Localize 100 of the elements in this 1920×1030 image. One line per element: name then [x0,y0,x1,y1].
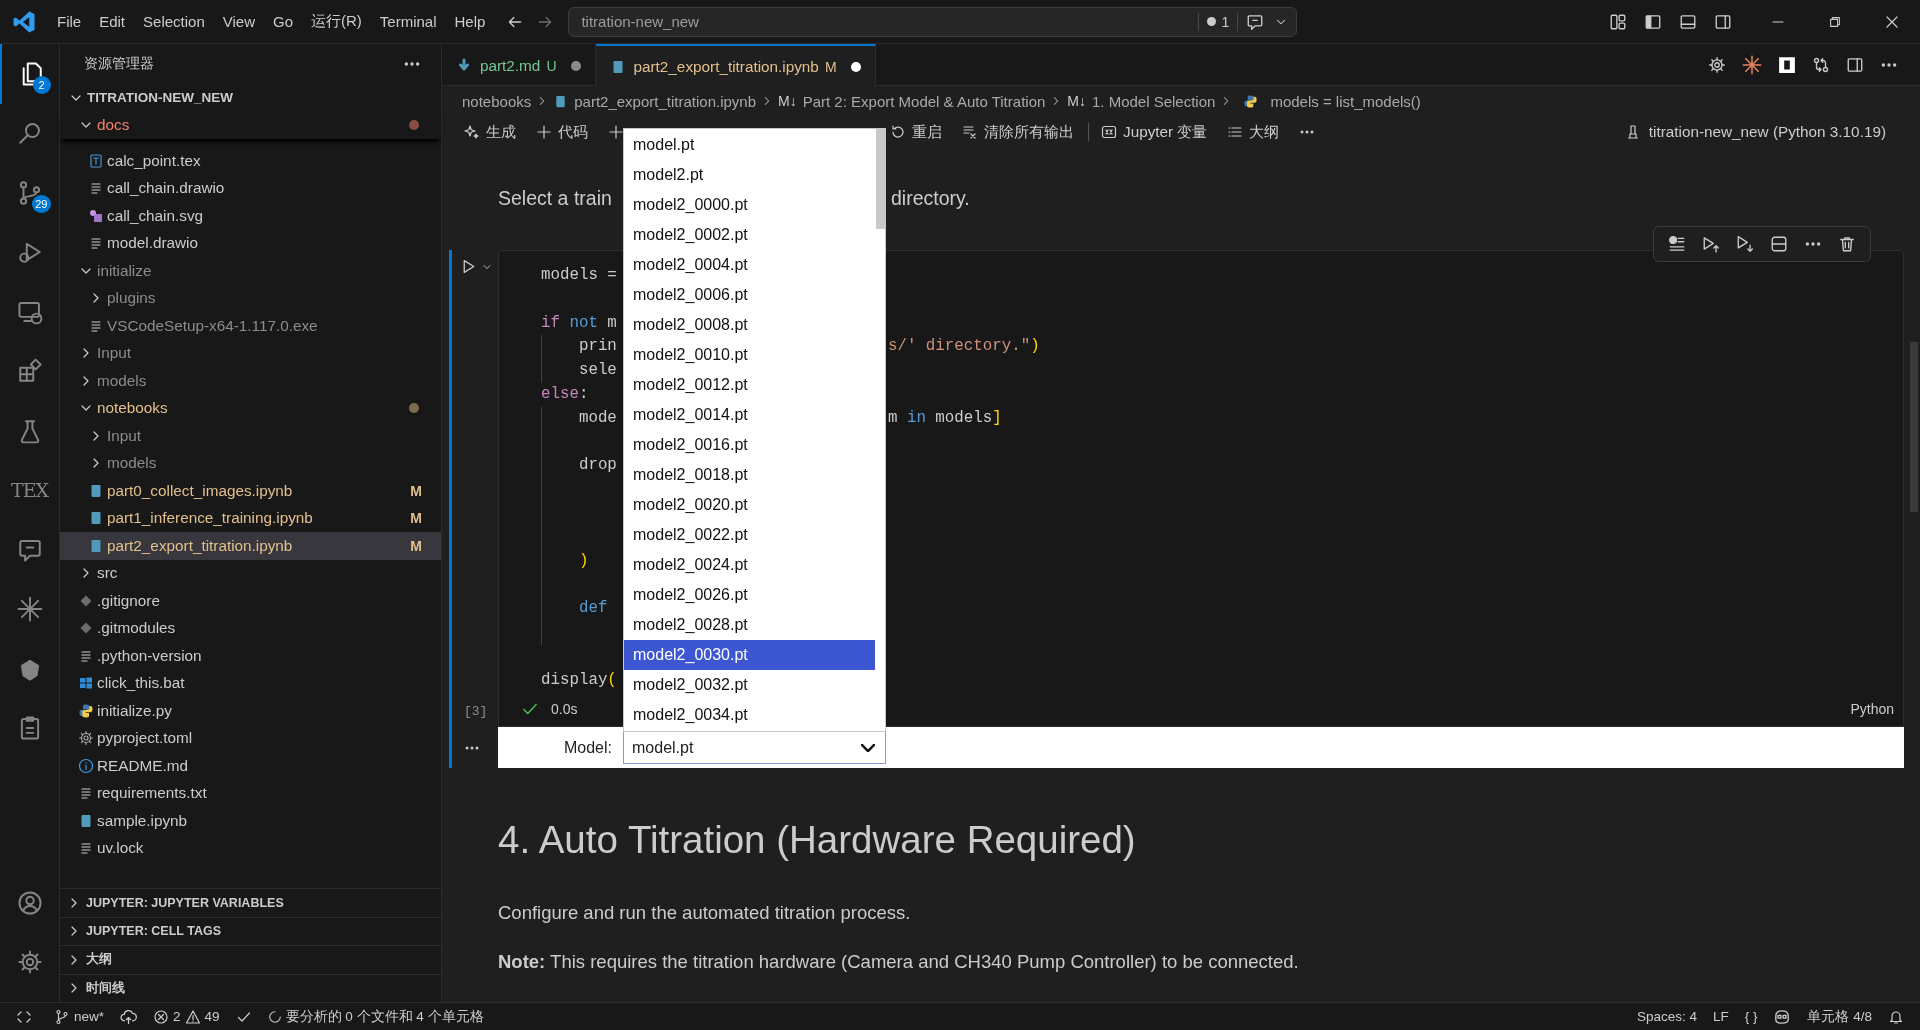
tree-row[interactable]: VSCodeSetup-x64-1.117.0.exe [60,312,441,340]
menu-item[interactable]: Terminal [370,9,446,34]
breadcrumb[interactable]: models = list_models() [1270,92,1421,110]
tree-row[interactable]: models [60,449,441,477]
breadcrumb[interactable]: Part 2: Export Model & Auto Titration [802,92,1046,110]
dropdown-option[interactable]: model2_0008.pt [624,310,875,341]
dropdown-option[interactable]: model2_0028.pt [624,610,875,641]
dropdown-option[interactable]: model2_0032.pt [624,670,875,701]
command-center[interactable]: titration-new_new 1 [568,6,1298,37]
split-cell-icon[interactable] [1770,235,1788,253]
cloud-upload-icon[interactable] [120,1008,138,1025]
dropdown-option[interactable]: model2_0030.pt [624,640,875,671]
compare-icon[interactable] [1812,55,1830,74]
dropdown-option[interactable]: model2_0020.pt [624,490,875,521]
copilot-icon[interactable] [1773,1007,1792,1026]
toolbar-button[interactable]: 代码 [530,121,594,143]
secondary-sidebar-icon[interactable] [1714,12,1732,31]
model-select[interactable]: model.pt [623,731,886,765]
menu-item[interactable]: View [213,9,264,34]
activity-item[interactable]: 29 [0,163,60,223]
tree-row[interactable]: README.md [60,752,441,780]
editor-tab[interactable]: part2.md U [442,44,596,86]
toolbar-button[interactable]: 大纲 [1221,121,1286,143]
dropdown-option[interactable]: model2_0002.pt [624,220,875,251]
tree-row[interactable]: part0_collect_images.ipynb M [60,477,441,505]
bell-icon[interactable] [1888,1008,1904,1025]
tree-row[interactable]: Input [60,339,441,367]
language-label[interactable]: Python [1850,701,1894,718]
dropdown-option[interactable]: model2_0014.pt [624,400,875,431]
run-below-icon[interactable] [1736,235,1754,253]
tree-row[interactable]: requirements.txt [60,779,441,807]
dropdown-option[interactable]: model2_0034.pt [624,700,875,731]
tree-row[interactable]: notebooks [60,394,441,422]
split-editor-icon[interactable] [1846,55,1864,74]
section-header[interactable]: 大纲 [60,945,441,974]
account-icon[interactable] [16,889,43,916]
branch-indicator[interactable]: new* [46,1003,113,1030]
dropdown-option[interactable]: model2_0012.pt [624,370,875,401]
dropdown-option[interactable]: model2_0022.pt [624,520,875,551]
menu-item[interactable]: Edit [90,9,135,34]
menu-item[interactable]: Help [445,9,495,34]
dropdown-option[interactable]: model2_0000.pt [624,190,875,221]
layout-icon[interactable] [1609,12,1627,31]
toolbar-button[interactable]: 生成 [458,121,522,143]
status-item[interactable]: { } [1736,1003,1766,1030]
tree-row[interactable]: plugins [60,284,441,312]
section-header[interactable]: JUPYTER: JUPYTER VARIABLES [60,888,441,917]
breadcrumb[interactable]: part2_export_titration.ipynb [574,92,756,110]
scrollbar-thumb[interactable] [1910,342,1918,512]
menu-item[interactable]: File [48,9,91,34]
chat-icon[interactable] [1246,12,1265,31]
tree-row[interactable]: model.drawio [60,229,441,257]
tree-row[interactable]: pyproject.toml [60,724,441,752]
tree-row[interactable]: sample.ipynb [60,807,441,835]
tree-row[interactable]: initialize [60,257,441,285]
tree-row[interactable]: calc_point.tex [60,147,441,175]
tree-row[interactable]: click_this.bat [60,669,441,697]
delete-icon[interactable] [1838,235,1856,253]
menu-item[interactable]: Go [264,9,302,34]
tree-row[interactable]: part2_export_titration.ipynb M [60,532,441,560]
toolbar-button[interactable]: 清除所有输出 [956,121,1080,143]
status-item[interactable]: LF [1704,1003,1737,1030]
problems-indicator[interactable]: 2 49 [145,1003,228,1030]
status-item[interactable]: Spaces: 4 [1628,1003,1705,1030]
dropdown-option[interactable]: model2.pt [624,160,875,191]
tree-row[interactable]: call_chain.drawio [60,174,441,202]
breadcrumb[interactable]: 1. Model Selection [1092,92,1216,110]
tree-row[interactable]: initialize.py [60,697,441,725]
sidebar-icon[interactable] [1644,12,1662,31]
section-header[interactable]: JUPYTER: CELL TAGS [60,916,441,945]
panel-icon[interactable] [1679,12,1697,31]
menu-item[interactable]: 运行(R) [302,8,371,35]
tree-row[interactable]: Input [60,422,441,450]
settings-icon[interactable] [16,949,43,976]
dropdown-option[interactable]: model.pt [624,130,875,161]
problems-indicator[interactable]: 1 [1206,13,1230,30]
tree-row[interactable]: models [60,367,441,395]
status-item[interactable]: 单元格 4/8 [1799,1003,1880,1030]
menu-item[interactable]: Selection [134,9,214,34]
tree-row[interactable]: .gitignore [60,587,441,615]
dropdown-option[interactable]: model2_0018.pt [624,460,875,491]
dropdown-option[interactable]: model2_0010.pt [624,340,875,371]
dropdown-option[interactable]: model2_0006.pt [624,280,875,311]
breadcrumb[interactable]: notebooks [462,92,532,110]
settings-icon[interactable] [1708,55,1726,74]
kernel-picker[interactable]: titration-new_new (Python 3.10.19) [1620,123,1890,141]
workspace-root[interactable]: TITRATION-NEW_NEW [60,84,441,112]
dropdown-option[interactable]: model2_0024.pt [624,550,875,581]
scrollbar-thumb[interactable] [876,129,885,230]
tree-row[interactable]: .gitmodules [60,614,441,642]
asterisk-icon[interactable] [1742,54,1762,75]
toolbar-button[interactable]: Jupyter 变量 [1095,121,1214,143]
analysis-status[interactable]: 要分析的 0 个文件和 4 个单元格 [259,1003,492,1030]
tree-row[interactable]: call_chain.svg [60,202,441,230]
activity-item[interactable]: TEX [0,460,60,520]
dropdown-option[interactable]: model2_0026.pt [624,580,875,611]
dropdown-option[interactable]: model2_0016.pt [624,430,875,461]
tree-row[interactable]: uv.lock [60,834,441,862]
toolbar-button[interactable]: 重启 [884,121,948,143]
run-above-icon[interactable] [1702,235,1720,253]
